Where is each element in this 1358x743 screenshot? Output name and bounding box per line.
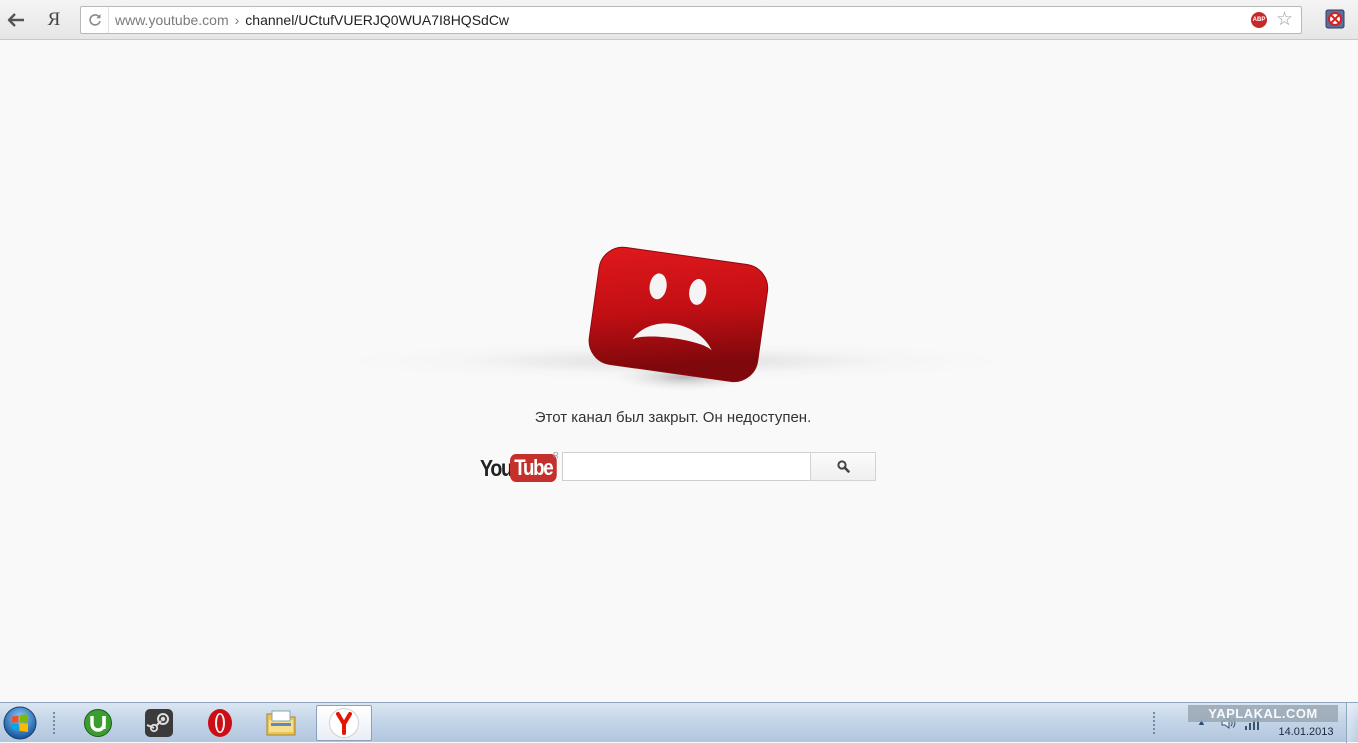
logo-registered-mark: R [553,451,559,460]
address-bar[interactable]: www.youtube.com › channel/UCtufVUERJQ0WUA7… [80,6,1302,34]
tray-grip[interactable] [1152,711,1156,735]
windows-taskbar: ▲ YAPLAKAL.COM 14.01.2013 [0,702,1358,743]
show-desktop-button[interactable] [1346,703,1358,743]
taskbar-explorer[interactable] [253,705,309,741]
youtube-logo[interactable]: You Tube R [480,451,565,483]
taskbar-utorrent[interactable] [70,705,126,741]
logo-you-text: You [480,454,513,481]
browser-toolbar: Я www.youtube.com › channel/UCtufVUERJQ0WU… [0,0,1358,40]
yandex-home-button[interactable]: Я [40,6,68,34]
address-path: channel/UCtufVUERJQ0WUA7I8HQSdCw [245,12,510,28]
address-url[interactable]: www.youtube.com › channel/UCtufVUERJQ0WUA7… [109,12,509,28]
search-button[interactable] [810,452,876,481]
search-input[interactable] [562,452,811,481]
reload-button[interactable] [81,7,109,33]
clock-date[interactable]: 14.01.2013 [1272,726,1340,738]
back-arrow-icon [7,13,24,27]
address-separator: › [234,12,240,28]
watermark-text: YAPLAKAL.COM [1188,705,1338,722]
explorer-icon [266,710,296,736]
opera-icon [208,709,232,737]
taskbar-opera[interactable] [192,705,248,741]
extension-blocked-icon[interactable] [1325,9,1345,29]
taskbar-grip[interactable] [52,711,56,735]
taskbar-yandex-browser[interactable] [316,705,372,741]
logo-tube-text: Tube [510,454,557,482]
windows-start-orb-icon [3,706,37,740]
taskbar-steam[interactable] [131,705,187,741]
adblock-icon[interactable]: ABP [1251,12,1267,28]
page-content: Этот канал был закрыт. Он недоступен. Yo… [0,41,1358,702]
sad-youtube-logo-icon [588,246,769,391]
channel-closed-message: Этот канал был закрыт. Он недоступен. [534,409,812,426]
address-host: www.youtube.com [115,12,229,28]
yandex-browser-icon [329,708,359,738]
steam-icon [145,709,173,737]
bookmark-star-icon[interactable]: ☆ [1276,9,1293,31]
reload-icon [88,14,101,26]
utorrent-icon [84,709,112,737]
back-button[interactable] [2,6,30,34]
search-icon [836,460,850,473]
start-button[interactable] [0,704,40,742]
